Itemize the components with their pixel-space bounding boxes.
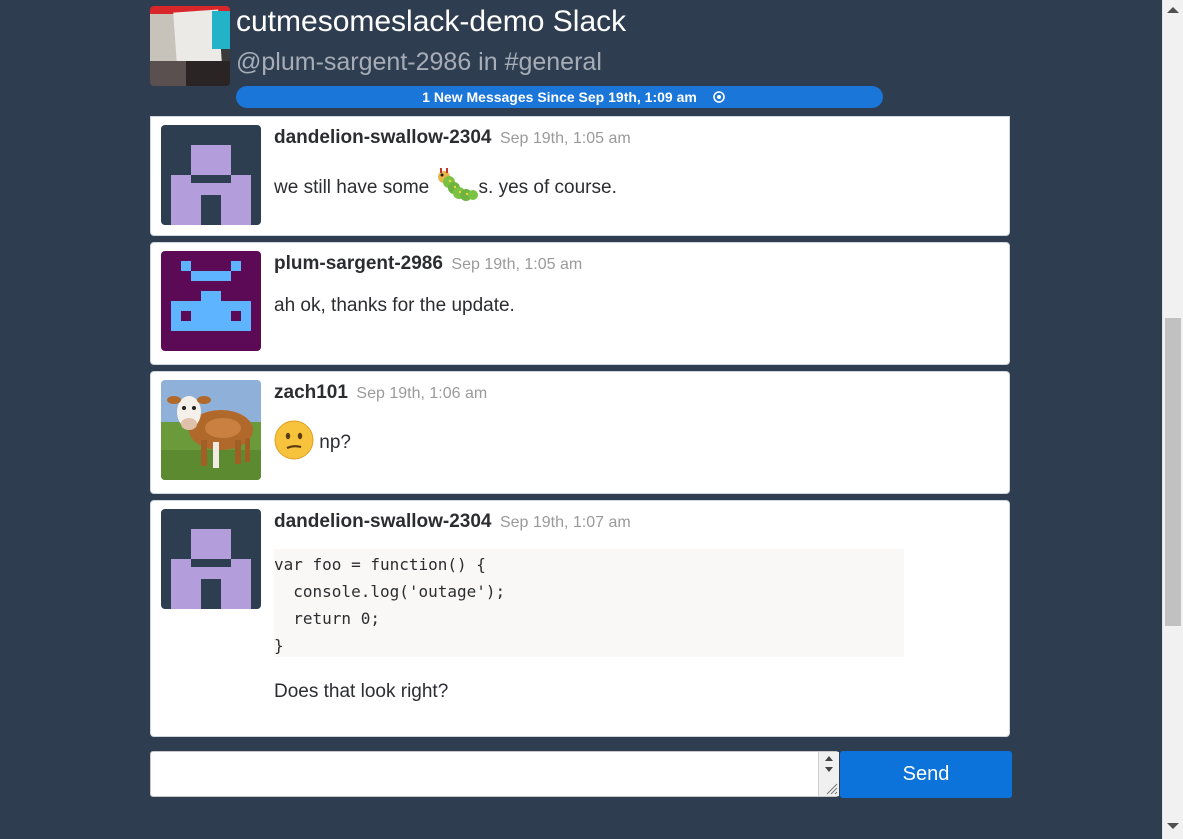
message-header: zach101 Sep 19th, 1:06 am (274, 382, 487, 404)
page-scrollbar[interactable] (1162, 0, 1183, 839)
code-line: } (274, 636, 284, 655)
new-messages-banner-text: 1 New Messages Since Sep 19th, 1:09 am (422, 89, 697, 105)
message-text: Does that look right? (274, 681, 449, 702)
code-line: console.log('outage'); (274, 582, 506, 601)
user-channel-label: @plum-sargent-2986 in #general (236, 48, 602, 76)
message-header: dandelion-swallow-2304 Sep 19th, 1:07 am (274, 511, 631, 533)
message-timestamp: Sep 19th, 1:05 am (499, 130, 631, 147)
code-block: var foo = function() { console.log('outa… (274, 549, 904, 657)
message-username[interactable]: zach101 (274, 382, 348, 403)
caterpillar-emoji-icon (437, 167, 479, 209)
message-item: plum-sargent-2986 Sep 19th, 1:05 am ah o… (150, 242, 1010, 365)
message-text: np? (274, 420, 351, 466)
avatar (161, 251, 261, 351)
scroll-up-arrow-icon[interactable] (1167, 7, 1179, 13)
message-text-content: np? (319, 432, 351, 454)
pixel-avatar-icon (161, 125, 261, 225)
message-timestamp: Sep 19th, 1:05 am (451, 256, 583, 273)
message-timestamp: Sep 19th, 1:07 am (499, 514, 631, 531)
send-button[interactable]: Send (840, 751, 1012, 798)
cow-photo-icon (161, 380, 261, 480)
team-logo-icon (150, 6, 230, 86)
input-resize-spinner[interactable] (818, 752, 839, 796)
message-timestamp: Sep 19th, 1:06 am (356, 385, 488, 402)
pixel-avatar-icon (161, 509, 261, 609)
message-header: dandelion-swallow-2304 Sep 19th, 1:05 am (274, 127, 631, 149)
message-username[interactable]: plum-sargent-2986 (274, 253, 443, 274)
message-text-after: s. yes of course. (478, 177, 617, 199)
message-item: dandelion-swallow-2304 Sep 19th, 1:07 am… (150, 500, 1010, 737)
team-logo (150, 6, 230, 86)
new-messages-banner[interactable]: 1 New Messages Since Sep 19th, 1:09 am (236, 86, 883, 108)
scrollbar-thumb[interactable] (1165, 318, 1181, 626)
team-name: cutmesomeslack-demo Slack (236, 5, 627, 38)
pixel-avatar-icon (161, 251, 261, 351)
code-line: return 0; (274, 609, 380, 628)
message-header: plum-sargent-2986 Sep 19th, 1:05 am (274, 253, 582, 275)
slack-app: cutmesomeslack-demo Slack @plum-sargent-… (0, 0, 1183, 839)
message-input[interactable] (150, 751, 839, 797)
avatar (161, 380, 261, 480)
message-text: ah ok, thanks for the update. (274, 295, 515, 316)
message-text: we still have some s. yes of course. (274, 167, 617, 209)
message-item: dandelion-swallow-2304 Sep 19th, 1:05 am… (150, 116, 1010, 236)
message-username[interactable]: dandelion-swallow-2304 (274, 511, 492, 532)
message-item: zach101 Sep 19th, 1:06 am np? (150, 371, 1010, 494)
scroll-down-arrow-icon[interactable] (1167, 823, 1179, 829)
confused-face-emoji-icon (274, 420, 314, 466)
code-line: var foo = function() { (274, 555, 486, 574)
avatar (161, 509, 261, 609)
dismiss-circle-icon[interactable] (713, 91, 725, 103)
message-text-before: we still have some (274, 177, 430, 199)
message-username[interactable]: dandelion-swallow-2304 (274, 127, 492, 148)
spinner-arrows-icon (825, 756, 838, 795)
avatar (161, 125, 261, 225)
